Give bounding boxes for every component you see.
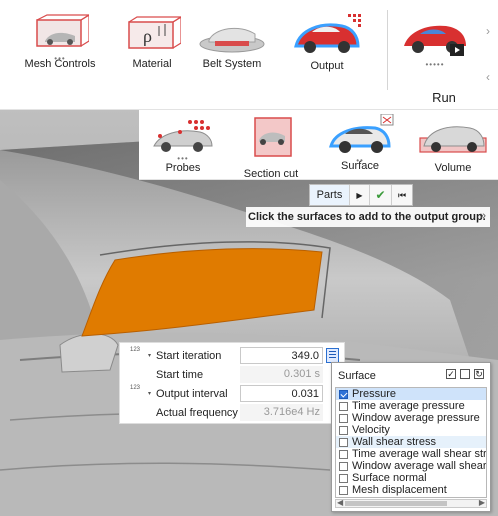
run-more[interactable]: •••••	[425, 61, 444, 69]
surface-popup-actions: ✓ ↻	[446, 369, 484, 379]
probes-more[interactable]: •••	[177, 155, 188, 163]
probes-tool[interactable]: ••• Probes	[143, 116, 223, 174]
list-item[interactable]: Surface normal	[336, 472, 486, 484]
surface-variable-list: Pressure Time average pressure Window av…	[335, 387, 487, 498]
list-item[interactable]: Window average pressure	[336, 412, 486, 424]
output-interval-field[interactable]: 0.031	[240, 385, 323, 402]
run-tool[interactable]: •••••	[398, 16, 472, 69]
checkbox[interactable]	[339, 437, 348, 447]
material-icon: ρ	[128, 16, 181, 49]
scrollbar-thumb[interactable]	[345, 501, 447, 506]
select-all-icon[interactable]: ✓	[446, 369, 456, 379]
output-label: Output	[310, 60, 344, 72]
belt-system-icon	[199, 27, 265, 53]
checkbox[interactable]	[339, 425, 348, 435]
checkbox[interactable]	[339, 389, 348, 399]
output-sub-ribbon: ••• Probes Section cut •• Surface Volume	[139, 110, 498, 180]
checkbox[interactable]	[339, 461, 348, 471]
material-label: Material	[132, 58, 172, 70]
run-label: Run	[432, 90, 456, 105]
output-tool[interactable]: Output	[286, 12, 368, 72]
invert-selection-icon[interactable]: ↻	[474, 369, 484, 379]
checkbox[interactable]	[339, 449, 348, 459]
volume-icon	[419, 126, 487, 153]
play-icon[interactable]: ▶	[350, 185, 370, 205]
parts-button[interactable]: Parts	[310, 185, 350, 205]
run-icon	[404, 25, 466, 56]
section-cut-label: Section cut	[243, 168, 299, 180]
surface-popup-title: Surface	[338, 370, 376, 382]
checkbox[interactable]	[339, 401, 348, 411]
surface-more[interactable]: ••	[356, 157, 364, 165]
probes-icon	[153, 120, 213, 152]
start-iteration-label: Start iteration	[156, 350, 222, 362]
material-tool[interactable]: ρ Material	[112, 14, 192, 70]
surface-tool[interactable]: •• Surface	[320, 114, 400, 172]
probes-label: Probes	[165, 162, 201, 174]
output-icon	[294, 14, 361, 53]
start-iteration-row: 123 ▾ Start iteration 349.0	[120, 347, 346, 366]
ribbon-next-icon[interactable]: ›	[486, 24, 490, 38]
number-mode-icon[interactable]: 123 ▾	[130, 347, 151, 359]
hint-text: Click the surfaces to add to the output …	[248, 211, 486, 223]
selection-hint: Click the surfaces to add to the output …	[246, 207, 490, 227]
output-settings-panel: 123 ▾ Start iteration 349.0 Start time 0.…	[119, 342, 345, 424]
actual-frequency-field: 3.716e4 Hz	[240, 404, 323, 421]
belt-system-label: Belt System	[202, 58, 262, 70]
horizontal-scrollbar[interactable]: ◀ ▶	[335, 498, 487, 508]
list-item[interactable]: Wall shear stress	[336, 436, 486, 448]
mesh-controls-tool[interactable]: ••• Mesh Controls	[20, 14, 100, 70]
ribbon-prev-icon[interactable]: ‹	[486, 70, 490, 84]
select-none-icon[interactable]	[460, 369, 470, 379]
volume-label: Volume	[434, 162, 472, 174]
hint-expand-icon[interactable]: »	[480, 210, 486, 222]
start-time-field: 0.301 s	[240, 366, 323, 383]
parts-toolbar: Parts ▶ ✔ ⏮	[309, 184, 413, 206]
list-item[interactable]: Time average wall shear stress	[336, 448, 486, 460]
checkbox[interactable]	[339, 413, 348, 423]
output-interval-row: 123 ▾ Output interval 0.031	[120, 385, 346, 404]
mesh-controls-more[interactable]: •••	[54, 55, 65, 63]
volume-tool[interactable]: Volume	[411, 116, 495, 174]
start-iteration-field[interactable]: 349.0	[240, 347, 323, 364]
belt-system-tool[interactable]: Belt System	[192, 14, 272, 70]
section-cut-icon	[254, 117, 292, 157]
ribbon-divider	[387, 10, 388, 90]
list-options-icon[interactable]	[326, 348, 339, 363]
actual-frequency-row: Actual frequency 3.716e4 Hz	[120, 404, 346, 423]
output-interval-label: Output interval	[156, 388, 228, 400]
section-cut-tool[interactable]: Section cut	[231, 116, 311, 180]
checkbox[interactable]	[339, 485, 348, 495]
confirm-check-icon[interactable]: ✔	[370, 185, 392, 205]
start-time-label: Start time	[156, 369, 204, 381]
surface-icon	[329, 114, 394, 153]
top-ribbon: ••• Mesh Controls ρ Material Belt System	[0, 0, 498, 110]
start-time-row: Start time 0.301 s	[120, 366, 346, 385]
list-item[interactable]: Pressure	[336, 388, 486, 400]
svg-text:ρ: ρ	[143, 26, 152, 46]
scroll-left-icon[interactable]: ◀	[337, 498, 343, 507]
scroll-right-icon[interactable]: ▶	[479, 498, 485, 507]
surface-variables-popup: Surface ✓ ↻ Pressure Time average pressu…	[331, 362, 491, 512]
list-item[interactable]: Window average wall shear stress	[336, 460, 486, 472]
list-item[interactable]: Velocity	[336, 424, 486, 436]
checkbox[interactable]	[339, 473, 348, 483]
number-mode-icon[interactable]: 123 ▾	[130, 385, 151, 397]
mesh-controls-icon	[36, 14, 89, 47]
list-item[interactable]: Time average pressure	[336, 400, 486, 412]
list-item[interactable]: Mesh displacement	[336, 484, 486, 496]
exit-icon[interactable]: ⏮	[392, 185, 412, 205]
actual-frequency-label: Actual frequency	[156, 407, 238, 419]
